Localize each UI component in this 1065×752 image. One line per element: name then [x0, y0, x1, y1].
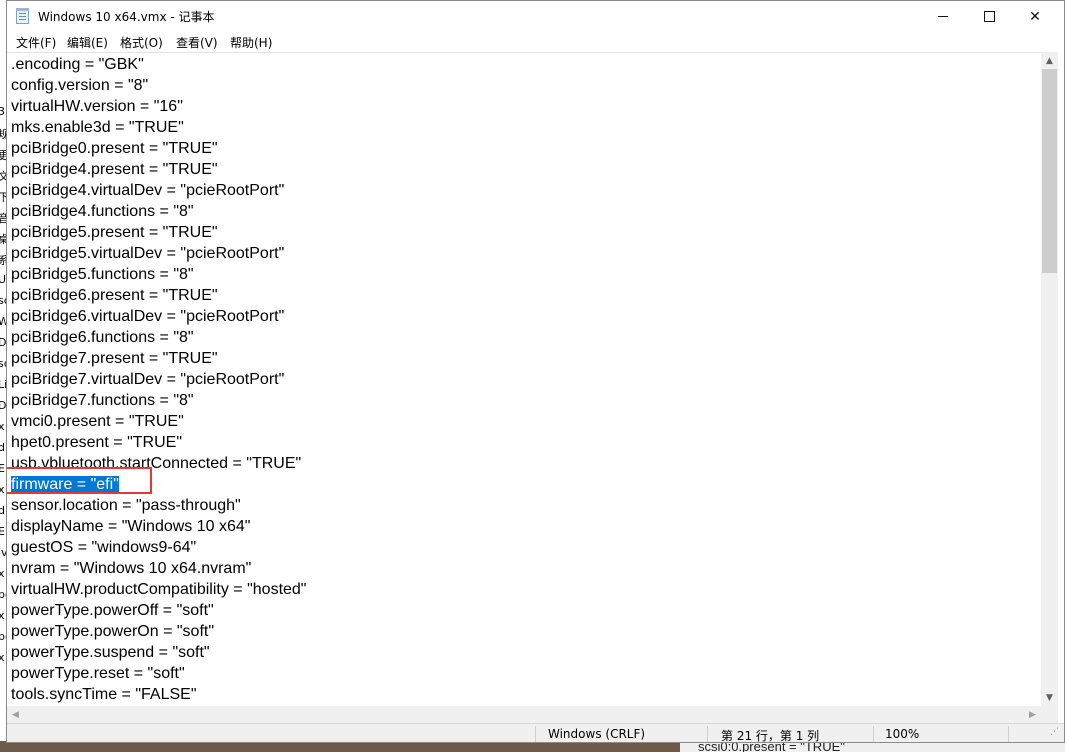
chevron-down-icon: ▼	[1046, 693, 1053, 703]
editor-line[interactable]: powerType.powerOff = "soft"	[11, 600, 306, 621]
scroll-up-button[interactable]: ▲	[1041, 52, 1058, 69]
background-peek-glyph: d	[0, 504, 5, 517]
editor-line-selected[interactable]: firmware = "efi"	[11, 474, 306, 495]
background-peek-glyph: 3	[0, 105, 5, 118]
editor-line[interactable]: pciBridge4.present = "TRUE"	[11, 159, 306, 180]
notepad-app-icon[interactable]	[16, 9, 29, 24]
editor-line[interactable]: tools.syncTime = "FALSE"	[11, 684, 306, 705]
background-peek-glyph: x	[0, 567, 5, 580]
scroll-left-button[interactable]: ◀	[7, 706, 24, 723]
vertical-scroll-thumb[interactable]	[1042, 69, 1057, 273]
scrollbar-corner	[1041, 706, 1058, 723]
text-editor[interactable]: .encoding = "GBK"config.version = "8"vir…	[7, 52, 1041, 706]
editor-line[interactable]: pciBridge6.virtualDev = "pcieRootPort"	[11, 306, 306, 327]
status-bar: Windows (CRLF) 第 21 行，第 1 列 100% ⋰	[7, 723, 1064, 743]
editor-line[interactable]: pciBridge7.functions = "8"	[11, 390, 306, 411]
editor-line[interactable]: pciBridge7.present = "TRUE"	[11, 348, 306, 369]
menu-help[interactable]: 帮助(H)	[230, 34, 272, 51]
editor-line[interactable]: pciBridge5.virtualDev = "pcieRootPort"	[11, 243, 306, 264]
notepad-window: Windows 10 x64.vmx - 记事本 ✕ 文件(F) 编辑(E) 格…	[6, 0, 1065, 743]
status-separator	[707, 726, 708, 742]
editor-line[interactable]: pciBridge5.present = "TRUE"	[11, 222, 306, 243]
editor-line[interactable]: displayName = "Windows 10 x64"	[11, 516, 306, 537]
background-peek-glyph: x	[0, 609, 5, 622]
editor-line[interactable]: nvram = "Windows 10 x64.nvram"	[11, 558, 306, 579]
status-separator	[1008, 726, 1009, 742]
resize-grip-icon[interactable]: ⋰	[1050, 729, 1060, 741]
maximize-icon	[984, 11, 995, 22]
background-peek-glyph: x	[0, 420, 5, 433]
chevron-up-icon: ▲	[1046, 56, 1053, 66]
selected-text[interactable]: firmware = "efi"	[11, 476, 119, 493]
minimize-icon	[938, 16, 948, 17]
menu-format[interactable]: 格式(O)	[120, 34, 163, 51]
close-icon: ✕	[1029, 9, 1041, 25]
editor-line[interactable]: pciBridge0.present = "TRUE"	[11, 138, 306, 159]
editor-line[interactable]: powerType.reset = "soft"	[11, 663, 306, 684]
background-peek-glyph: x	[0, 483, 5, 496]
editor-line[interactable]: pciBridge4.functions = "8"	[11, 201, 306, 222]
editor-line[interactable]: vmci0.present = "TRUE"	[11, 411, 306, 432]
chevron-left-icon: ◀	[12, 710, 19, 720]
status-separator	[535, 726, 536, 742]
editor-lines: .encoding = "GBK"config.version = "8"vir…	[11, 54, 306, 705]
horizontal-scrollbar[interactable]: ◀ ▶	[7, 706, 1041, 723]
close-button[interactable]: ✕	[1012, 1, 1058, 32]
editor-line[interactable]: powerType.suspend = "soft"	[11, 642, 306, 663]
status-separator	[873, 726, 874, 742]
vertical-scrollbar[interactable]: ▲ ▼	[1041, 52, 1058, 706]
editor-line[interactable]: hpet0.present = "TRUE"	[11, 432, 306, 453]
menu-edit[interactable]: 编辑(E)	[67, 34, 108, 51]
editor-line[interactable]: pciBridge7.virtualDev = "pcieRootPort"	[11, 369, 306, 390]
status-cursor-position: 第 21 行，第 1 列	[721, 727, 819, 743]
background-peek-glyph: d	[0, 441, 5, 454]
editor-line[interactable]: pciBridge4.virtualDev = "pcieRootPort"	[11, 180, 306, 201]
background-peek-glyph: x	[0, 651, 5, 664]
menu-file[interactable]: 文件(F)	[16, 34, 56, 51]
editor-line[interactable]: config.version = "8"	[11, 75, 306, 96]
editor-line[interactable]: virtualHW.productCompatibility = "hosted…	[11, 579, 306, 600]
chevron-right-icon: ▶	[1029, 710, 1036, 720]
editor-line[interactable]: pciBridge5.functions = "8"	[11, 264, 306, 285]
editor-line[interactable]: guestOS = "windows9-64"	[11, 537, 306, 558]
editor-line[interactable]: usb.vbluetooth.startConnected = "TRUE"	[11, 453, 306, 474]
editor-line[interactable]: pciBridge6.present = "TRUE"	[11, 285, 306, 306]
editor-line[interactable]: sensor.location = "pass-through"	[11, 495, 306, 516]
scroll-down-button[interactable]: ▼	[1041, 689, 1058, 706]
scroll-right-button[interactable]: ▶	[1024, 706, 1041, 723]
editor-line[interactable]: powerType.powerOn = "soft"	[11, 621, 306, 642]
editor-line[interactable]: mks.enable3d = "TRUE"	[11, 117, 306, 138]
maximize-button[interactable]	[966, 1, 1012, 32]
window-title: Windows 10 x64.vmx - 记事本	[38, 8, 215, 25]
editor-line[interactable]: .encoding = "GBK"	[11, 54, 306, 75]
status-zoom: 100%	[885, 727, 919, 741]
status-encoding: Windows (CRLF)	[548, 727, 645, 741]
editor-line[interactable]: virtualHW.version = "16"	[11, 96, 306, 117]
menu-view[interactable]: 查看(V)	[176, 34, 218, 51]
minimize-button[interactable]	[920, 1, 966, 32]
editor-line[interactable]: pciBridge6.functions = "8"	[11, 327, 306, 348]
title-bar[interactable]: Windows 10 x64.vmx - 记事本 ✕	[7, 1, 1064, 32]
menu-bar: 文件(F) 编辑(E) 格式(O) 查看(V) 帮助(H)	[7, 32, 1064, 52]
